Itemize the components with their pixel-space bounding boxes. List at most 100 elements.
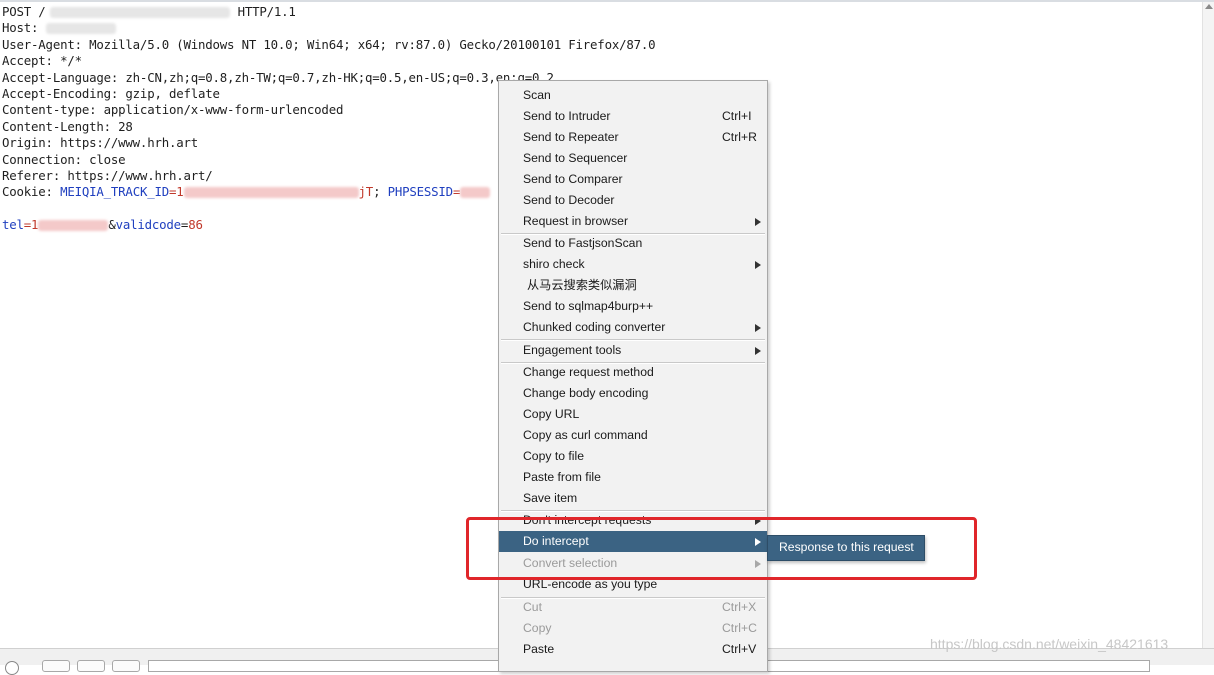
param-name-tel: tel — [2, 217, 24, 233]
menu-item-label: Paste — [523, 642, 555, 656]
menu-item-label: Copy as curl command — [523, 428, 648, 442]
submenu-arrow-icon — [755, 218, 761, 226]
accept-header: Accept: */* — [2, 53, 82, 69]
menu-item-label: Send to Intruder — [523, 109, 611, 123]
menu-item-label: Do intercept — [523, 534, 589, 548]
submenu-arrow-icon — [755, 517, 761, 525]
cookie-eq-phpsessid: = — [452, 184, 461, 200]
menu-item-shiro-check[interactable]: shiro check — [499, 254, 767, 275]
menu-item-shortcut: Ctrl+I — [722, 109, 752, 123]
menu-item-label: Save item — [523, 491, 578, 505]
menu-item-change-request-method[interactable]: Change request method — [499, 362, 767, 383]
menu-item-send-to-decoder[interactable]: Send to Decoder — [499, 190, 767, 211]
cookie-value-end: jT — [358, 184, 374, 200]
help-icon[interactable] — [5, 661, 19, 675]
cookie-separator: ; — [373, 184, 388, 200]
menu-item-label: Chunked coding converter — [523, 320, 666, 334]
menu-item-label: Request in browser — [523, 214, 628, 228]
menu-item-request-in-browser[interactable]: Request in browser — [499, 211, 767, 232]
menu-item-label: Scan — [523, 88, 551, 102]
user-agent-header: User-Agent: Mozilla/5.0 (Windows NT 10.0… — [2, 36, 656, 52]
menu-item-engagement-tools[interactable]: Engagement tools — [499, 340, 767, 361]
vertical-scrollbar[interactable] — [1202, 2, 1214, 648]
menu-item-label: Paste from file — [523, 470, 601, 484]
menu-item-label: Send to Repeater — [523, 130, 619, 144]
menu-item-label: URL-encode as you type — [523, 577, 658, 591]
menu-item-label: Convert selection — [523, 556, 618, 570]
menu-item-label: Send to sqlmap4burp++ — [523, 299, 654, 313]
add-button[interactable] — [77, 660, 105, 672]
submenu-arrow-icon — [755, 261, 761, 269]
prev-button[interactable] — [42, 660, 70, 672]
menu-item-send-to-fastjsonscan[interactable]: Send to FastjsonScan — [499, 233, 767, 254]
menu-item-send-to-comparer[interactable]: Send to Comparer — [499, 169, 767, 190]
menu-item-shortcut: Ctrl+R — [722, 130, 757, 144]
menu-item-label: Change request method — [523, 365, 654, 379]
menu-item-save-item[interactable]: Save item — [499, 488, 767, 509]
submenu-arrow-icon — [755, 347, 761, 355]
menu-item-paste[interactable]: Paste Ctrl+V — [499, 639, 767, 660]
menu-item-label: Change body encoding — [523, 386, 649, 400]
menu-item-do-intercept[interactable]: Do intercept — [499, 531, 767, 552]
submenu-response-to-request[interactable]: Response to this request — [767, 535, 925, 561]
redacted-cookie-value — [183, 187, 359, 199]
redacted-session — [460, 187, 491, 199]
submenu-arrow-icon — [755, 324, 761, 332]
cookie-name-meiqia: MEIQIA_TRACK_ID — [60, 184, 169, 200]
menu-item-dont-intercept-requests[interactable]: Don't intercept requests — [499, 510, 767, 531]
menu-item-label: shiro check — [523, 257, 585, 271]
menu-item-cut[interactable]: Cut Ctrl+X — [499, 597, 767, 618]
menu-item-label: Engagement tools — [523, 343, 622, 357]
param-value-validcode: 86 — [188, 217, 203, 233]
menu-item-send-to-sequencer[interactable]: Send to Sequencer — [499, 148, 767, 169]
menu-item-search-similar-vulns[interactable]: 从马云搜索类似漏洞 — [499, 275, 767, 296]
menu-item-label: 从马云搜索类似漏洞 — [527, 278, 637, 292]
param-ampersand: & — [108, 217, 116, 233]
menu-item-send-to-intruder[interactable]: Send to Intruder Ctrl+I — [499, 106, 767, 127]
top-border — [0, 0, 1214, 2]
menu-item-label: Send to Comparer — [523, 172, 623, 186]
menu-item-shortcut: Ctrl+X — [722, 600, 757, 614]
cookie-label: Cookie: — [2, 184, 61, 200]
menu-item-label: Copy URL — [523, 407, 580, 421]
menu-item-shortcut: Ctrl+C — [722, 621, 757, 635]
menu-item-label: Copy to file — [523, 449, 584, 463]
menu-item-url-encode-as-you-type[interactable]: URL-encode as you type — [499, 574, 767, 595]
menu-item-scan[interactable]: Scan — [499, 85, 767, 106]
cookie-value-start: =1 — [169, 184, 184, 200]
menu-item-label: Send to Sequencer — [523, 151, 628, 165]
next-button[interactable] — [112, 660, 140, 672]
request-version: HTTP/1.1 — [237, 4, 296, 19]
redacted-path — [49, 7, 230, 18]
menu-item-send-to-sqlmap4burp[interactable]: Send to sqlmap4burp++ — [499, 296, 767, 317]
host-label: Host: — [2, 20, 46, 36]
redacted-host — [45, 23, 116, 35]
menu-item-convert-selection[interactable]: Convert selection — [499, 553, 767, 574]
menu-item-change-body-encoding[interactable]: Change body encoding — [499, 383, 767, 404]
menu-item-shortcut: Ctrl+V — [722, 642, 757, 656]
param-value-tel: =1 — [23, 217, 39, 233]
redacted-phone — [38, 220, 109, 232]
menu-item-label: Send to FastjsonScan — [523, 236, 643, 250]
param-name-validcode: validcode — [115, 217, 182, 233]
watermark: https://blog.csdn.net/weixin_48421613 — [930, 636, 1169, 652]
context-menu: Scan Send to Intruder Ctrl+I Send to Repe… — [498, 80, 768, 672]
menu-item-label: Copy — [523, 621, 552, 635]
submenu-arrow-icon — [755, 560, 761, 568]
menu-item-label: Send to Decoder — [523, 193, 615, 207]
submenu-item-label: Response to this request — [779, 540, 914, 554]
scroll-up-icon[interactable] — [1205, 4, 1213, 9]
menu-item-copy-as-curl[interactable]: Copy as curl command — [499, 425, 767, 446]
menu-item-copy-to-file[interactable]: Copy to file — [499, 446, 767, 467]
request-method: POST / — [2, 4, 46, 19]
cookie-name-phpsessid: PHPSESSID — [387, 184, 454, 200]
menu-item-copy-url[interactable]: Copy URL — [499, 404, 767, 425]
menu-item-send-to-repeater[interactable]: Send to Repeater Ctrl+R — [499, 127, 767, 148]
menu-item-paste-from-file[interactable]: Paste from file — [499, 467, 767, 488]
submenu-arrow-icon — [755, 538, 761, 546]
menu-item-label: Cut — [523, 600, 542, 614]
menu-item-chunked-coding-converter[interactable]: Chunked coding converter — [499, 317, 767, 338]
menu-item-label: Don't intercept requests — [523, 513, 652, 527]
host-header: Host: — [2, 20, 1192, 36]
menu-item-copy[interactable]: Copy Ctrl+C — [499, 618, 767, 639]
